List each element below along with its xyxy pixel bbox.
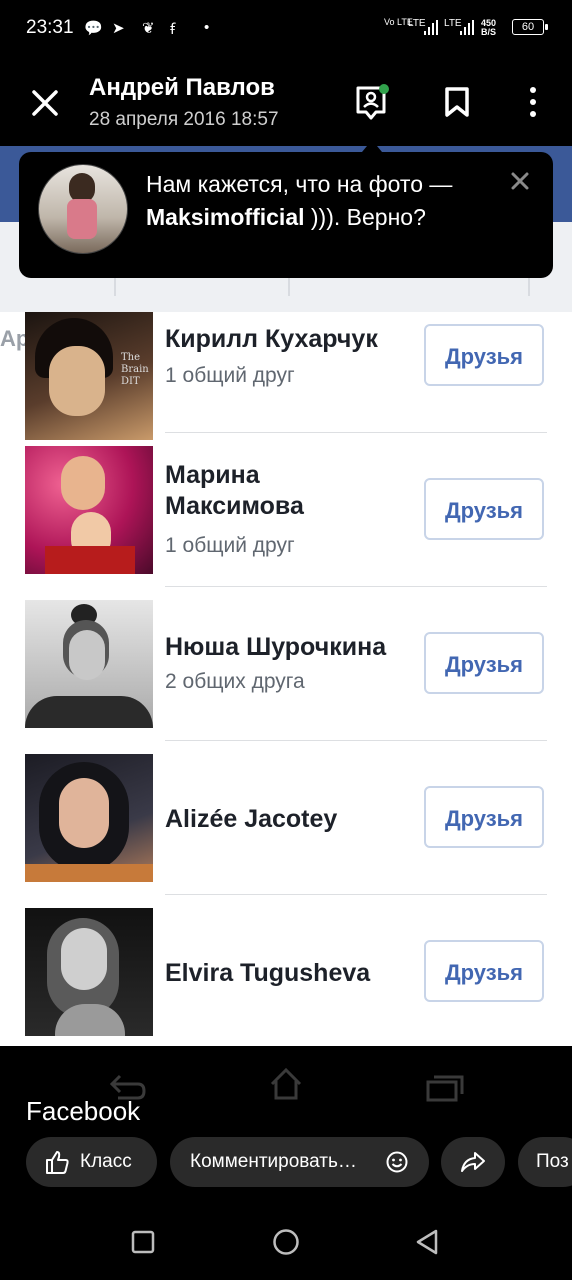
messenger-icon: 💬 <box>84 20 103 37</box>
odnoklassniki-icon: ꞙ <box>170 21 175 38</box>
face-shape <box>61 456 105 510</box>
shoulders-shape <box>25 696 153 728</box>
home-gesture-icon <box>270 1067 302 1100</box>
tooltip-arrow <box>362 140 382 152</box>
emoji-icon[interactable] <box>386 1151 408 1173</box>
tag-suggestion-suffix: ))). Верно? <box>304 204 426 230</box>
status-time: 23:31 <box>26 17 74 38</box>
telegram-icon: ➤ <box>112 20 125 37</box>
row-divider <box>165 740 547 741</box>
more-options-icon[interactable] <box>522 86 544 118</box>
back-icon[interactable] <box>414 1228 440 1256</box>
dot-icon: • <box>204 19 210 36</box>
clothing-shape <box>25 864 153 882</box>
friend-row: Alizée Jacotey Друзья <box>0 754 572 908</box>
network-speed: 450 B/S <box>481 18 497 37</box>
avatar-caption: The Brain DIT <box>121 352 149 387</box>
tag-suggestion-prefix: Нам кажется, что на фото — <box>146 171 453 197</box>
friend-avatar: The Brain DIT <box>25 312 153 440</box>
friends-button[interactable]: Друзья <box>424 786 544 848</box>
friends-button[interactable]: Друзья <box>424 940 544 1002</box>
friend-avatar <box>25 908 153 1036</box>
friend-name[interactable]: Нюша Шурочкина <box>165 632 386 663</box>
row-divider <box>165 586 547 587</box>
post-author[interactable]: Андрей Павлов <box>89 74 275 102</box>
friend-avatar <box>25 600 153 728</box>
share-arrow-icon <box>461 1152 485 1172</box>
recent-gesture-icon <box>426 1075 464 1102</box>
signal-icon-1 <box>424 20 438 35</box>
friend-name[interactable]: Alizée Jacotey <box>165 804 337 835</box>
post-date: 28 апреля 2016 18:57 <box>89 109 279 130</box>
bookmark-icon[interactable] <box>443 86 471 118</box>
tagged-name[interactable]: Maksimofficial <box>146 204 305 230</box>
friend-avatar <box>25 754 153 882</box>
battery-level: 60 <box>521 21 535 33</box>
close-icon[interactable] <box>28 86 62 120</box>
dismiss-icon[interactable] <box>509 170 531 192</box>
mutual-friends[interactable]: 1 общий друг <box>165 534 295 558</box>
dress-shape <box>67 199 97 239</box>
face-shape <box>69 630 105 680</box>
lte-indicator-2: LTE <box>444 18 462 29</box>
tag-suggestion-text: Нам кажется, что на фото — Maksimofficia… <box>146 168 506 234</box>
comment-button[interactable]: Комментировать… <box>170 1137 429 1187</box>
home-icon[interactable] <box>272 1228 300 1256</box>
source-label[interactable]: Facebook <box>26 1096 140 1127</box>
tag-person-icon[interactable] <box>354 84 390 122</box>
share-button[interactable] <box>441 1137 505 1187</box>
friend-name[interactable]: Марина Максимова <box>165 460 405 522</box>
friend-name[interactable]: Кирилл Кухарчук <box>165 324 378 355</box>
signal-icon-2 <box>460 20 474 35</box>
friend-row: Elvira Tugusheva Друзья <box>0 908 572 1046</box>
friends-button[interactable]: Друзья <box>424 324 544 386</box>
suggested-person-avatar <box>38 164 128 254</box>
system-nav-bar <box>0 1200 572 1280</box>
more-share-button[interactable]: Поз <box>518 1137 572 1187</box>
tag-suggestion-tooltip[interactable]: Нам кажется, что на фото — Maksimofficia… <box>19 152 553 278</box>
battery-icon: 60 <box>512 19 548 35</box>
dress-shape <box>45 546 135 574</box>
friends-button[interactable]: Друзья <box>424 632 544 694</box>
friend-row: The Brain DIT Кирилл Кухарчук 1 общий др… <box>0 312 572 466</box>
feather-icon: ❦ <box>142 20 155 37</box>
comment-label: Комментировать… <box>190 1151 357 1172</box>
face-shape <box>61 928 107 990</box>
friend-avatar <box>25 446 153 574</box>
more-share-label: Поз <box>536 1151 569 1172</box>
friends-button[interactable]: Друзья <box>424 478 544 540</box>
recent-apps-icon[interactable] <box>131 1230 155 1254</box>
mutual-friends[interactable]: 1 общий друг <box>165 364 295 388</box>
status-bar: 23:31 💬 ➤ ❦ ꞙ • Vo LTE LTE LTE 450 B/S 6… <box>0 0 572 58</box>
friend-row: Нюша Шурочкина 2 общих друга Друзья <box>0 600 572 754</box>
friend-row: Марина Максимова 1 общий друг Друзья <box>0 446 572 600</box>
face-shape <box>59 778 109 848</box>
post-photo[interactable]: Ары The Brain DIT Кирилл Кухарчук 1 общи… <box>0 146 572 1046</box>
friend-name[interactable]: Elvira Tugusheva <box>165 958 370 989</box>
lte-indicator-1: LTE <box>408 18 426 29</box>
face-shape <box>49 346 105 416</box>
mutual-friends[interactable]: 2 общих друга <box>165 670 305 694</box>
like-button[interactable]: Класс <box>26 1137 157 1187</box>
row-divider <box>165 432 547 433</box>
row-divider <box>165 894 547 895</box>
thumbs-up-icon <box>46 1151 69 1174</box>
like-label: Класс <box>80 1151 132 1172</box>
